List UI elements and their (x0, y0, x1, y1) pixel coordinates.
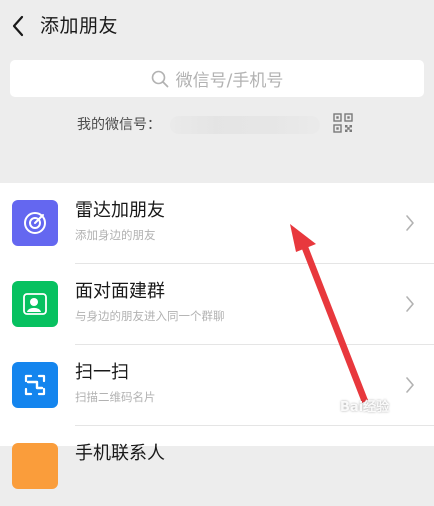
my-wechat-id-row: 我的微信号： (0, 108, 434, 138)
page-title: 添加朋友 (40, 15, 119, 37)
search-placeholder: 微信号/手机号 (175, 71, 284, 91)
list-item-phone-contacts[interactable]: 手机联系人 (0, 426, 434, 506)
list-item-title: 扫一扫 (75, 362, 129, 383)
list-item-subtitle: 扫描二维码名片 (75, 390, 156, 404)
search-icon (151, 70, 169, 87)
chevron-right-icon (406, 215, 414, 231)
chevron-right-icon (406, 296, 414, 312)
scan-icon (12, 362, 58, 408)
qr-code-icon[interactable] (333, 113, 353, 133)
radar-icon (12, 200, 58, 246)
contacts-icon (12, 443, 58, 489)
list-item-radar-add-friends[interactable]: 雷达加朋友 添加身边的朋友 (0, 183, 434, 263)
group-person-icon (12, 281, 58, 327)
list-item-title: 面对面建群 (75, 281, 165, 302)
watermark: Bai经验 (340, 400, 390, 415)
list-item-subtitle: 与身边的朋友进入同一个群聊 (75, 309, 225, 323)
blurred-wechat-id (170, 116, 320, 134)
list-item-face-to-face-group[interactable]: 面对面建群 与身边的朋友进入同一个群聊 (0, 264, 434, 344)
my-wechat-id-label: 我的微信号： (77, 117, 161, 133)
chevron-right-icon (406, 377, 414, 393)
header-bar: 添加朋友 (0, 0, 434, 52)
search-input[interactable]: 微信号/手机号 (10, 60, 424, 97)
back-arrow-icon[interactable] (10, 14, 26, 38)
list-item-title: 雷达加朋友 (75, 200, 165, 221)
list-item-subtitle: 添加身边的朋友 (75, 228, 156, 242)
